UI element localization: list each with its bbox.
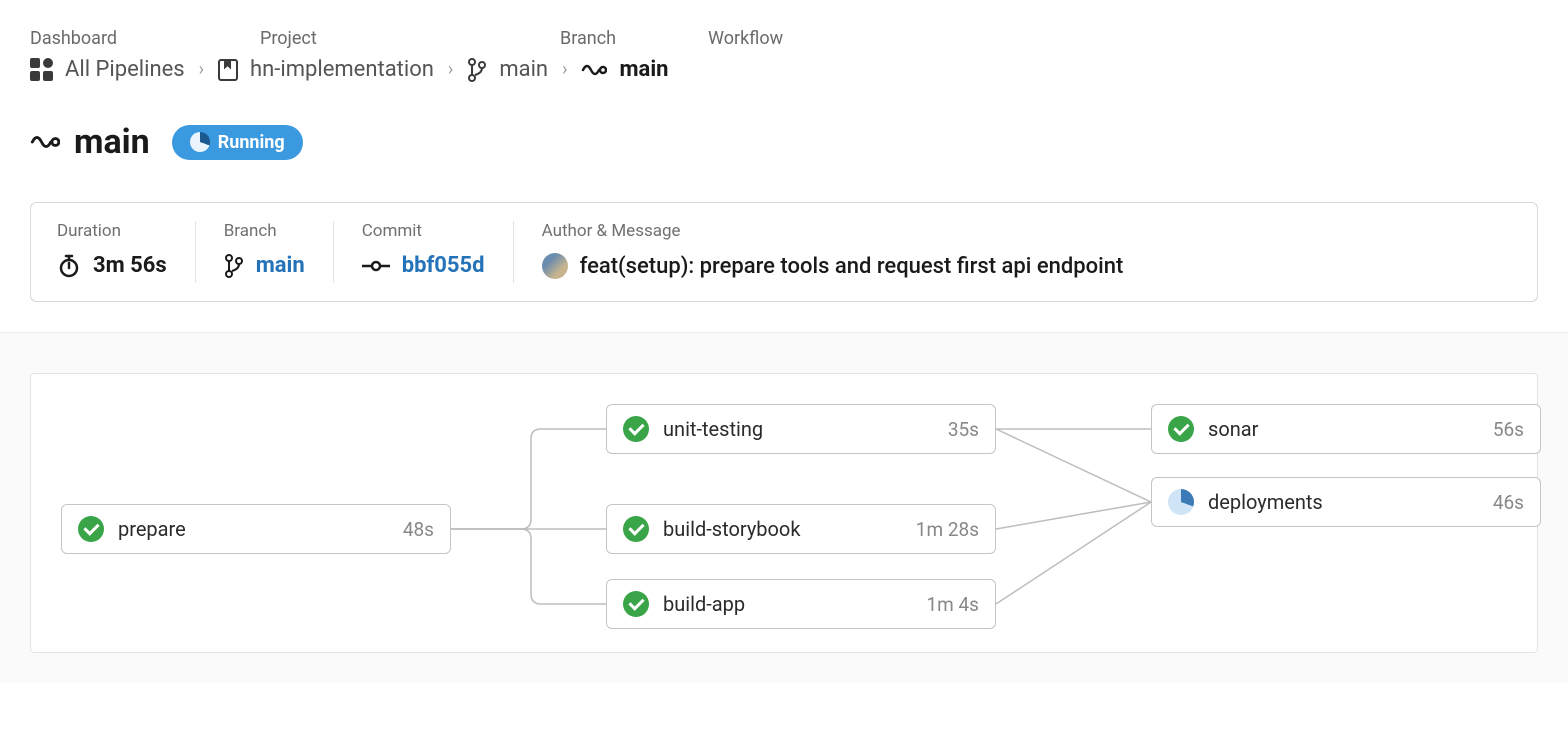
- success-icon: [623, 416, 649, 442]
- branch-icon: [467, 58, 487, 82]
- stopwatch-icon: [57, 254, 81, 278]
- job-node-build-storybook[interactable]: build-storybook 1m 28s: [606, 504, 996, 554]
- breadcrumb-all-pipelines[interactable]: All Pipelines: [30, 57, 185, 82]
- workflow-icon: [581, 60, 607, 80]
- status-text: Running: [218, 132, 285, 153]
- bc-label-project: Project: [260, 28, 560, 49]
- page-title: main: [30, 122, 150, 162]
- meta-label: Author & Message: [542, 221, 1511, 241]
- chevron-right-icon: ›: [562, 59, 567, 80]
- job-duration: 46s: [1493, 491, 1524, 514]
- meta-branch: Branch main: [224, 221, 334, 283]
- workflow-name: main: [74, 122, 150, 162]
- success-icon: [1168, 416, 1194, 442]
- success-icon: [623, 591, 649, 617]
- job-name: unit-testing: [663, 417, 934, 441]
- meta-value: 3m 56s: [57, 253, 167, 278]
- breadcrumb-project[interactable]: hn-implementation: [218, 57, 434, 82]
- job-name: build-app: [663, 592, 912, 616]
- commit-icon: [362, 259, 390, 273]
- breadcrumb-text: main: [499, 57, 548, 82]
- status-badge: Running: [172, 125, 303, 160]
- meta-commit: Commit bbf055d: [362, 221, 514, 283]
- job-name: build-storybook: [663, 517, 902, 541]
- job-duration: 48s: [403, 518, 434, 541]
- workflow-graph-panel: prepare 48s unit-testing 35s build-story…: [0, 332, 1568, 683]
- bc-label-workflow: Workflow: [708, 28, 783, 49]
- success-icon: [78, 516, 104, 542]
- breadcrumb-text: hn-implementation: [250, 57, 434, 82]
- chevron-right-icon: ›: [199, 59, 204, 80]
- meta-label: Branch: [224, 221, 305, 241]
- breadcrumb-workflow: main: [581, 57, 668, 82]
- workflow-icon: [30, 130, 60, 154]
- job-duration: 35s: [948, 418, 979, 441]
- job-node-prepare[interactable]: prepare 48s: [61, 504, 451, 554]
- running-icon: [190, 132, 210, 152]
- avatar: [542, 253, 568, 279]
- bc-label-dashboard: Dashboard: [30, 28, 260, 49]
- job-node-sonar[interactable]: sonar 56s: [1151, 404, 1541, 454]
- branch-icon: [224, 254, 244, 278]
- chevron-right-icon: ›: [448, 59, 453, 80]
- breadcrumb-branch[interactable]: main: [467, 57, 548, 82]
- meta-author-message: Author & Message feat(setup): prepare to…: [542, 221, 1511, 283]
- workflow-meta-card: Duration 3m 56s Branch main: [30, 202, 1538, 302]
- commit-message: feat(setup): prepare tools and request f…: [542, 253, 1124, 279]
- meta-label: Duration: [57, 221, 167, 241]
- job-node-build-app[interactable]: build-app 1m 4s: [606, 579, 996, 629]
- running-icon: [1168, 489, 1194, 515]
- job-node-deployments[interactable]: deployments 46s: [1151, 477, 1541, 527]
- breadcrumb-text: main: [619, 57, 668, 82]
- job-name: deployments: [1208, 490, 1479, 514]
- job-duration: 1m 28s: [916, 518, 979, 541]
- job-duration: 1m 4s: [926, 593, 979, 616]
- workflow-graph: prepare 48s unit-testing 35s build-story…: [30, 373, 1538, 653]
- job-node-unit-testing[interactable]: unit-testing 35s: [606, 404, 996, 454]
- meta-label: Commit: [362, 221, 485, 241]
- project-icon: [218, 59, 238, 81]
- breadcrumb-labels: Dashboard Project Branch Workflow: [30, 28, 1538, 49]
- job-name: sonar: [1208, 417, 1479, 441]
- job-duration: 56s: [1493, 418, 1524, 441]
- meta-duration: Duration 3m 56s: [57, 221, 196, 283]
- dashboard-icon: [30, 58, 53, 81]
- page-title-row: main Running: [30, 122, 1538, 162]
- breadcrumb-text: All Pipelines: [65, 57, 185, 82]
- success-icon: [623, 516, 649, 542]
- job-name: prepare: [118, 517, 389, 541]
- bc-label-branch: Branch: [560, 28, 708, 49]
- breadcrumb: All Pipelines › hn-implementation › main…: [30, 57, 1538, 82]
- branch-link[interactable]: main: [224, 253, 305, 278]
- commit-link[interactable]: bbf055d: [362, 253, 485, 278]
